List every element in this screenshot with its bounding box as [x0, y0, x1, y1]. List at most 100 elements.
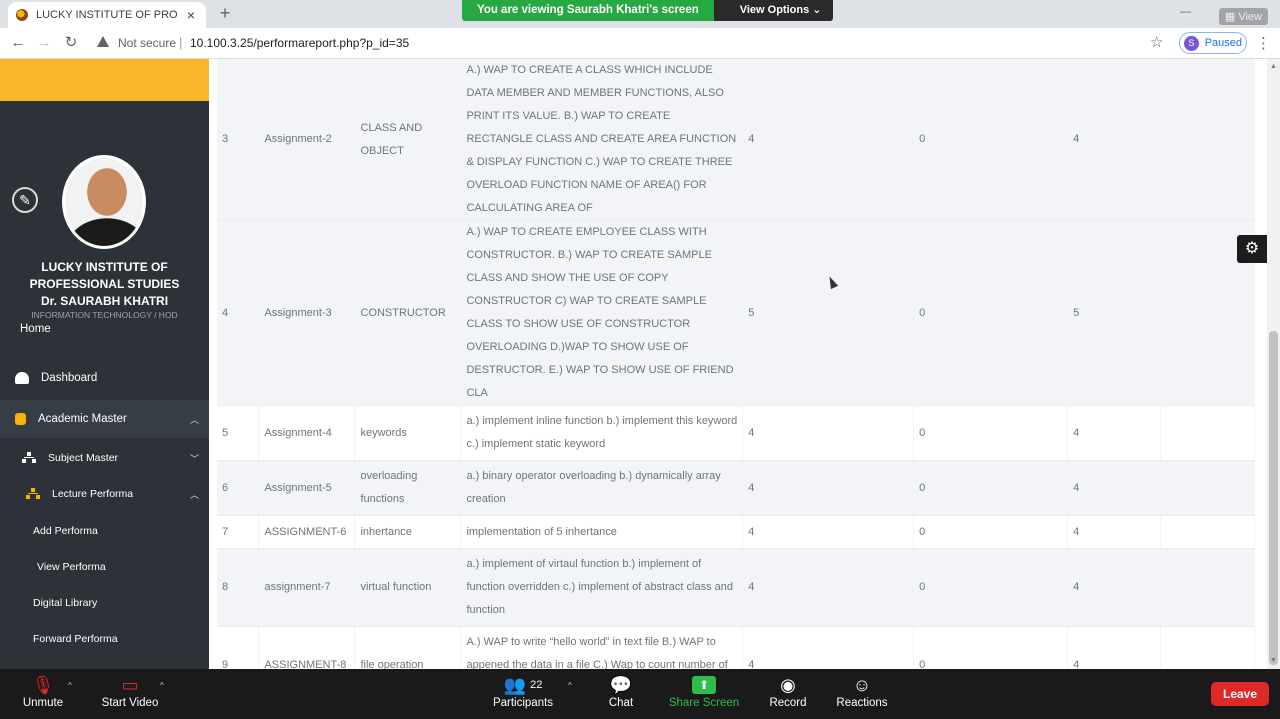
sidebar-item-home[interactable]: Home: [20, 319, 209, 339]
forward-arrow-icon[interactable]: →: [35, 35, 53, 51]
cell-total: 4: [742, 515, 915, 549]
sitemap-icon: [26, 488, 40, 500]
table-row: 8 assignment-7 virtual function a.) impl…: [217, 548, 1255, 627]
table-row: 7 ASSIGNMENT-6 inhertance implementation…: [217, 515, 1255, 549]
sidebar-item-view-performa[interactable]: View Performa: [0, 557, 209, 577]
cell-description: A.) WAP TO CREATE EMPLOYEE CLASS WITH CO…: [460, 220, 744, 406]
muted-microphone-icon: 🎙: [31, 675, 55, 695]
cell-no: 7: [217, 515, 260, 549]
back-arrow-icon[interactable]: ←: [9, 35, 27, 51]
sidebar-item-label: Digital Library: [33, 597, 98, 609]
wrench-icon[interactable]: ✎: [12, 187, 38, 213]
bookmark-star-icon[interactable]: ☆: [1150, 33, 1163, 51]
cell-description: A.) WAP TO CREATE A CLASS WHICH INCLUDE …: [460, 59, 744, 221]
cell-pending: 0: [913, 59, 1069, 221]
browser-tab-bar: LUCKY INSTITUTE OF PROFESSIO × + You are…: [0, 0, 1280, 28]
cell-done: 4: [1067, 548, 1161, 627]
scroll-thumb[interactable]: [1269, 331, 1278, 665]
cell-description: a.) implement of virtaul function b.) im…: [460, 548, 744, 627]
profile-paused-button[interactable]: S Paused: [1179, 32, 1247, 54]
browser-tab[interactable]: LUCKY INSTITUTE OF PROFESSIO ×: [8, 2, 206, 28]
view-label: View: [1238, 11, 1262, 23]
screen-share-banner: You are viewing Saurabh Khatri's screen …: [462, 0, 834, 21]
cell-empty: [1160, 626, 1255, 669]
cell-empty: [1160, 515, 1255, 549]
cell-total: 4: [742, 548, 915, 627]
cell-assignment: Assignment-5: [258, 460, 356, 516]
page-scrollbar[interactable]: ▲ ▼: [1267, 59, 1280, 669]
share-screen-label: Share Screen: [668, 697, 740, 709]
cell-empty: [1160, 460, 1255, 516]
sidebar-item-academic-master[interactable]: Academic Master ︿: [0, 400, 209, 438]
warning-icon[interactable]: [97, 36, 109, 47]
participants-button[interactable]: 👥 22 Participants: [490, 673, 556, 709]
settings-gear-icon[interactable]: ⚙: [1237, 235, 1267, 263]
cell-done: 4: [1067, 626, 1161, 669]
share-screen-arrow-icon: ⬆: [692, 676, 716, 694]
cell-total: 4: [742, 405, 915, 461]
performa-table: 3 Assignment-2 CLASS AND OBJECT A.) WAP …: [217, 59, 1255, 669]
sidebar-item-label: Lecture Performa: [52, 488, 134, 500]
sidebar-item-add-performa[interactable]: Add Performa: [0, 521, 209, 541]
sidebar-item-label: Academic Master: [38, 413, 127, 425]
view-options-button[interactable]: View Options ⌄: [713, 0, 834, 21]
cell-empty: [1160, 548, 1255, 627]
sidebar-item-label: Dashboard: [41, 372, 98, 384]
sidebar-item-forward-performa[interactable]: Forward Performa: [0, 629, 209, 649]
start-video-button[interactable]: ▭ Start Video: [98, 673, 162, 709]
new-tab-button[interactable]: +: [216, 4, 234, 22]
minimize-icon[interactable]: —: [1180, 6, 1191, 18]
address-separator: |: [179, 35, 183, 50]
scroll-down-arrow-icon[interactable]: ▼: [1270, 657, 1277, 664]
cell-empty: [1160, 59, 1255, 221]
unmute-button[interactable]: 🎙 Unmute: [18, 673, 68, 709]
reload-icon[interactable]: ↻: [62, 35, 80, 51]
not-secure-label[interactable]: Not secure: [118, 36, 176, 50]
cell-topic: file operation: [354, 626, 462, 669]
unmute-label: Unmute: [22, 697, 64, 709]
cell-topic: CLASS AND OBJECT: [354, 59, 462, 221]
cell-done: 4: [1067, 59, 1161, 221]
cell-assignment: ASSIGNMENT-6: [258, 515, 356, 549]
view-button[interactable]: ▦ View: [1218, 8, 1268, 25]
chat-label: Chat: [608, 697, 634, 709]
cell-assignment: ASSIGNMENT-8: [258, 626, 356, 669]
sidebar-item-subject-master[interactable]: Subject Master ﹀: [0, 448, 209, 468]
sitemap-icon: [22, 452, 36, 464]
cell-topic: virtual function: [354, 548, 462, 627]
chevron-up-icon: ︿: [189, 414, 199, 425]
cell-no: 3: [217, 59, 260, 221]
cell-assignment: Assignment-3: [258, 220, 356, 406]
sidebar-item-dashboard[interactable]: Dashboard: [15, 368, 209, 388]
url-field[interactable]: 10.100.3.25/performareport.php?p_id=35: [190, 36, 409, 50]
smiley-add-icon: ☺: [852, 675, 872, 695]
sidebar-item-lecture-performa[interactable]: Lecture Performa ︿: [0, 484, 209, 504]
cell-pending: 0: [913, 460, 1069, 516]
cell-topic: CONSTRUCTOR: [354, 220, 462, 406]
chat-bubble-icon: 💬: [609, 675, 633, 695]
leave-button[interactable]: Leave: [1211, 682, 1269, 706]
sidebar-item-digital-library[interactable]: Digital Library: [0, 593, 209, 613]
viewing-screen-label: You are viewing Saurabh Khatri's screen: [462, 0, 714, 21]
table-row: 6 Assignment-5 overloading functions a.)…: [217, 460, 1255, 516]
cell-no: 6: [217, 460, 260, 516]
reactions-button[interactable]: ☺ Reactions: [834, 673, 890, 709]
participants-icon: 👥 22: [503, 675, 543, 695]
table-row: 3 Assignment-2 CLASS AND OBJECT A.) WAP …: [217, 59, 1255, 221]
cell-empty: [1160, 405, 1255, 461]
table-row: 9 ASSIGNMENT-8 file operation A.) WAP to…: [217, 626, 1255, 669]
sidebar-item-label: View Performa: [37, 561, 106, 573]
profile-panel: ✎ LUCKY INSTITUTE OF PROFESSIONAL STUDIE…: [0, 101, 209, 349]
person-name: Dr. SAURABH KHATRI: [40, 294, 169, 308]
start-video-label: Start Video: [101, 697, 159, 709]
participants-label: Participants: [492, 697, 554, 709]
meeting-toolbar: 🎙 Unmute ^ ▭ Start Video ^ 👥 22 Participa…: [0, 669, 1280, 719]
video-off-icon: ▭: [121, 675, 139, 695]
scroll-up-arrow-icon[interactable]: ▲: [1270, 63, 1277, 70]
share-screen-button[interactable]: ⬆ Share Screen: [668, 673, 740, 709]
record-button[interactable]: ◉ Record: [766, 673, 810, 709]
browser-menu-icon[interactable]: ⋮: [1256, 34, 1271, 52]
chat-button[interactable]: 💬 Chat: [604, 673, 638, 709]
tab-close-icon[interactable]: ×: [184, 7, 198, 23]
cell-done: 5: [1067, 220, 1161, 406]
